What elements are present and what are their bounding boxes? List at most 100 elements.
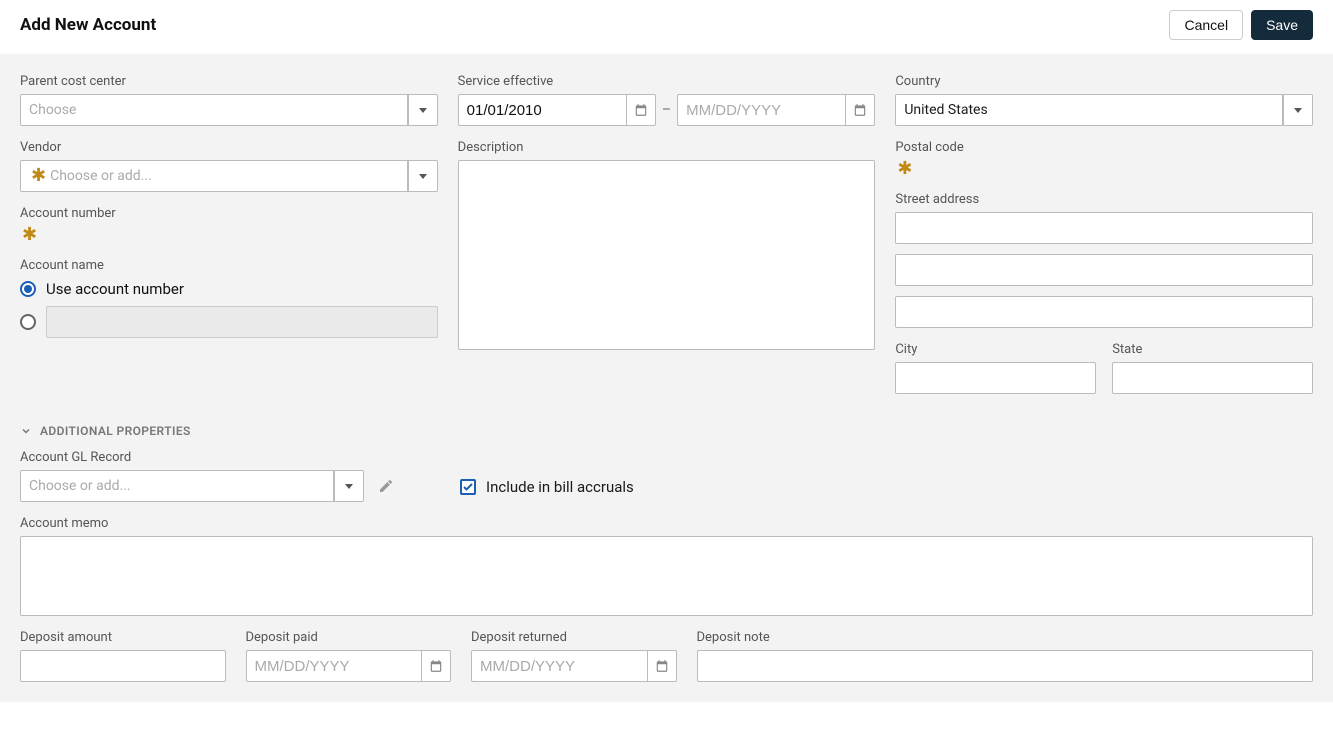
gl-record-select[interactable]: Choose or add... xyxy=(20,470,364,502)
chevron-down-icon xyxy=(419,174,427,179)
deposit-returned-calendar-button[interactable] xyxy=(647,650,677,682)
city-label: City xyxy=(895,342,1096,357)
parent-cost-center-label: Parent cost center xyxy=(20,74,438,89)
account-name-option-use-number[interactable]: Use account number xyxy=(20,278,438,300)
country-select[interactable]: United States xyxy=(895,94,1313,126)
cancel-button[interactable]: Cancel xyxy=(1169,10,1243,40)
vendor-dropdown-button[interactable] xyxy=(408,160,438,192)
column-right: Country United States Postal code ✱ Stre… xyxy=(895,74,1313,394)
description-label: Description xyxy=(458,140,876,155)
calendar-icon xyxy=(634,103,648,117)
postal-code-label: Postal code xyxy=(895,140,1313,155)
country-dropdown-button[interactable] xyxy=(1283,94,1313,126)
save-button[interactable]: Save xyxy=(1251,10,1313,40)
field-postal-code: Postal code ✱ xyxy=(895,140,1313,178)
main-columns: Parent cost center Choose Vendor ✱ Choos… xyxy=(20,74,1313,394)
deposit-paid-label: Deposit paid xyxy=(246,630,452,645)
additional-properties-title: ADDITIONAL PROPERTIES xyxy=(40,424,191,438)
service-end-calendar-button[interactable] xyxy=(845,94,875,126)
required-star-icon: ✱ xyxy=(895,158,912,179)
account-number-input[interactable]: ✱ xyxy=(20,226,438,244)
city-state-row: City State xyxy=(895,342,1313,394)
chevron-down-icon xyxy=(345,484,353,489)
field-state: State xyxy=(1112,342,1313,394)
include-accruals-label: Include in bill accruals xyxy=(486,478,634,496)
field-description: Description xyxy=(458,140,876,350)
required-star-icon: ✱ xyxy=(29,167,46,185)
service-start-wrap xyxy=(458,94,656,126)
include-accruals-field[interactable]: Include in bill accruals xyxy=(460,478,634,496)
deposit-paid-calendar-button[interactable] xyxy=(421,650,451,682)
deposit-paid-input[interactable] xyxy=(246,650,422,682)
column-middle: Service effective – xyxy=(458,74,876,394)
service-effective-range: – xyxy=(458,94,876,126)
field-account-memo: Account memo xyxy=(20,516,1313,616)
deposit-paid-wrap xyxy=(246,650,452,682)
column-left: Parent cost center Choose Vendor ✱ Choos… xyxy=(20,74,438,394)
gl-record-label: Account GL Record xyxy=(20,450,400,465)
service-end-input[interactable] xyxy=(677,94,845,126)
field-deposit-returned: Deposit returned xyxy=(471,630,677,682)
gl-record-dropdown-button[interactable] xyxy=(334,470,364,502)
vendor-value: ✱ Choose or add... xyxy=(20,160,408,192)
postal-code-input[interactable]: ✱ xyxy=(895,160,1313,178)
required-star-icon: ✱ xyxy=(20,224,37,245)
include-accruals-checkbox[interactable] xyxy=(460,479,476,495)
deposit-amount-input[interactable] xyxy=(20,650,226,682)
state-input[interactable] xyxy=(1112,362,1313,394)
field-deposit-note: Deposit note xyxy=(697,630,1314,682)
parent-cost-center-dropdown-button[interactable] xyxy=(408,94,438,126)
date-range-separator: – xyxy=(662,102,671,118)
account-name-label: Account name xyxy=(20,258,438,273)
calendar-icon xyxy=(853,103,867,117)
field-deposit-paid: Deposit paid xyxy=(246,630,452,682)
street-address-line-3[interactable] xyxy=(895,296,1313,328)
description-textarea[interactable] xyxy=(458,160,876,350)
country-value: United States xyxy=(895,94,1283,126)
deposit-returned-label: Deposit returned xyxy=(471,630,677,645)
street-address-lines xyxy=(895,212,1313,328)
account-memo-label: Account memo xyxy=(20,516,1313,531)
vendor-placeholder-text: Choose or add... xyxy=(50,168,152,184)
account-name-option-custom[interactable] xyxy=(20,311,438,333)
gl-record-edit-button[interactable] xyxy=(372,472,400,500)
radio-use-account-number[interactable] xyxy=(20,281,36,297)
additional-properties-toggle[interactable]: ADDITIONAL PROPERTIES xyxy=(20,424,1313,438)
street-address-line-1[interactable] xyxy=(895,212,1313,244)
deposit-returned-input[interactable] xyxy=(471,650,647,682)
state-label: State xyxy=(1112,342,1313,357)
service-start-calendar-button[interactable] xyxy=(626,94,656,126)
chevron-down-icon xyxy=(20,425,32,437)
field-gl-record: Account GL Record Choose or add... xyxy=(20,450,400,502)
account-number-label: Account number xyxy=(20,206,438,221)
calendar-icon xyxy=(429,659,443,673)
field-vendor: Vendor ✱ Choose or add... xyxy=(20,140,438,192)
service-end-wrap xyxy=(677,94,875,126)
service-start-input[interactable] xyxy=(458,94,626,126)
field-service-effective: Service effective – xyxy=(458,74,876,126)
street-address-label: Street address xyxy=(895,192,1313,207)
deposit-returned-wrap xyxy=(471,650,677,682)
chevron-down-icon xyxy=(1294,108,1302,113)
city-input[interactable] xyxy=(895,362,1096,394)
page-title: Add New Account xyxy=(20,15,156,35)
form-body: Parent cost center Choose Vendor ✱ Choos… xyxy=(0,54,1333,702)
radio-custom-name[interactable] xyxy=(20,314,36,330)
calendar-icon xyxy=(655,659,669,673)
country-label: Country xyxy=(895,74,1313,89)
pencil-icon xyxy=(378,478,394,494)
parent-cost-center-select[interactable]: Choose xyxy=(20,94,438,126)
gl-record-wrap: Choose or add... xyxy=(20,470,400,502)
gl-and-accruals-row: Account GL Record Choose or add... Inclu… xyxy=(20,450,1313,502)
street-address-line-2[interactable] xyxy=(895,254,1313,286)
page-header: Add New Account Cancel Save xyxy=(0,0,1333,54)
deposit-note-input[interactable] xyxy=(697,650,1314,682)
field-city: City xyxy=(895,342,1096,394)
account-memo-textarea[interactable] xyxy=(20,536,1313,616)
deposit-row: Deposit amount Deposit paid Deposit retu… xyxy=(20,630,1313,682)
field-account-name: Account name Use account number xyxy=(20,258,438,333)
vendor-label: Vendor xyxy=(20,140,438,155)
deposit-note-label: Deposit note xyxy=(697,630,1314,645)
vendor-select[interactable]: ✱ Choose or add... xyxy=(20,160,438,192)
chevron-down-icon xyxy=(419,108,427,113)
